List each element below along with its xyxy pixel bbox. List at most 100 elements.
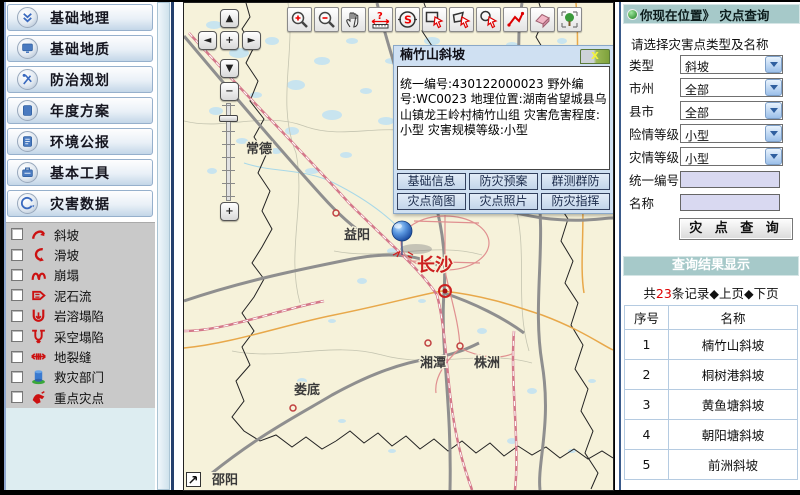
table-row: 3 黄鱼塘斜坡 <box>625 390 798 420</box>
splitter-line <box>171 2 174 490</box>
sidebar-item-prevention-planning[interactable]: 防治规划 <box>7 66 153 93</box>
sidebar-item-annual-plan[interactable]: 年度方案 <box>7 97 153 124</box>
popup-close-button[interactable]: X <box>580 49 610 64</box>
circle-select-button[interactable] <box>476 7 501 32</box>
chevron-down-icon[interactable] <box>765 79 782 96</box>
results-title: 查询结果显示 <box>623 256 799 276</box>
measure-tool-button[interactable]: ? <box>368 7 393 32</box>
pan-center-button[interactable]: + <box>220 31 239 50</box>
group-monitoring-button[interactable]: 群测群防 <box>541 173 610 190</box>
site-photo-button[interactable]: 灾点照片 <box>469 193 538 210</box>
pan-down-button[interactable]: ▼ <box>220 59 239 78</box>
risk-level-select[interactable]: 小型 <box>680 124 783 143</box>
basic-info-button[interactable]: 基础信息 <box>397 173 466 190</box>
pan-icon <box>343 9 364 30</box>
plus-icon: + <box>225 206 233 217</box>
county-select[interactable]: 全部 <box>680 101 783 120</box>
debris-flow-icon <box>30 287 47 304</box>
chevron-down-icon[interactable] <box>765 56 782 73</box>
city-select[interactable]: 全部 <box>680 78 783 97</box>
key-disaster-point-icon <box>30 389 47 406</box>
scale-circle-icon: S <box>397 9 418 30</box>
arrow-left-icon: ◄ <box>204 35 212 46</box>
scale-tool-button[interactable]: S <box>395 7 420 32</box>
prev-page-link[interactable]: ◆上页 <box>709 286 744 301</box>
sidebar-menu: 基础地理 基础地质 防治规划 年度方案 环境公报 基本工具 <box>6 2 155 222</box>
form-row-city: 市州 全部 <box>622 76 800 99</box>
slope-icon <box>30 226 47 243</box>
disaster-level-select[interactable]: 小型 <box>680 147 783 166</box>
sidebar-item-label: 防治规划 <box>50 70 110 90</box>
rescue-department-icon <box>30 368 47 385</box>
layer-row-debris-flow: 泥石流 <box>6 285 155 305</box>
layer-checkbox[interactable] <box>11 371 23 383</box>
chevron-down-icon[interactable] <box>765 102 782 119</box>
type-select[interactable]: 斜坡 <box>680 55 783 74</box>
left-sidebar: 基础地理 基础地质 防治规划 年度方案 环境公报 基本工具 <box>4 2 155 490</box>
draw-line-button[interactable] <box>503 7 528 32</box>
layer-checkbox[interactable] <box>11 330 23 342</box>
zoom-out-step-button[interactable]: − <box>220 82 239 101</box>
sidebar-item-label: 基础地质 <box>50 39 110 59</box>
unified-id-input[interactable] <box>680 171 780 188</box>
rect-select-button[interactable] <box>422 7 447 32</box>
layer-checkbox[interactable] <box>11 228 23 240</box>
sidebar-item-basic-geology[interactable]: 基础地质 <box>7 35 153 62</box>
rect-select-icon <box>424 9 445 30</box>
breadcrumb: 你现在位置》 灾点查询 <box>623 4 800 24</box>
pan-right-button[interactable]: ► <box>242 31 261 50</box>
sidebar-item-basic-tools[interactable]: 基本工具 <box>7 159 153 186</box>
map-canvas[interactable]: 常德 益阳 长沙 湘潭 株洲 娄底 邵阳 ▲ ◄ + <box>183 2 614 491</box>
result-name-link[interactable]: 楠竹山斜坡 <box>669 330 798 360</box>
next-page-link[interactable]: ◆下页 <box>744 286 779 301</box>
result-name-link[interactable]: 前洲斜坡 <box>669 450 798 480</box>
layer-checkbox[interactable] <box>11 269 23 281</box>
sidebar-item-environment-bulletin[interactable]: 环境公报 <box>7 128 153 155</box>
map-corner-button[interactable] <box>186 472 201 487</box>
landslide-icon <box>30 246 47 263</box>
search-button[interactable]: 灾 点 查 询 <box>679 218 793 240</box>
arrow-northeast-icon <box>188 474 199 485</box>
layer-checkbox[interactable] <box>11 310 23 322</box>
eraser-button[interactable] <box>530 7 555 32</box>
pan-up-button[interactable]: ▲ <box>220 9 239 28</box>
popup-body-text: 统一编号:430122000023 野外编号:WC0023 地理位置:湖南省望城… <box>397 66 610 170</box>
map-label-xiangtan: 湘潭 <box>420 355 446 371</box>
pan-left-button[interactable]: ◄ <box>198 31 217 50</box>
result-name-link[interactable]: 黄鱼塘斜坡 <box>669 390 798 420</box>
command-button[interactable]: 防灾指挥 <box>541 193 610 210</box>
map-label-shaoyang: 邵阳 <box>211 473 238 488</box>
minus-icon: − <box>225 86 233 97</box>
svg-text:S: S <box>404 14 412 27</box>
full-extent-button[interactable] <box>557 7 582 32</box>
chevron-down-icon[interactable] <box>765 125 782 142</box>
map-label-zhuzhou: 株洲 <box>474 355 500 371</box>
pagination: 共23条记录◆上页◆下页 <box>622 283 800 303</box>
zoom-in-button[interactable] <box>287 7 312 32</box>
disaster-plan-button[interactable]: 防灾预案 <box>469 173 538 190</box>
splitter-bar[interactable] <box>157 2 170 490</box>
site-sketch-button[interactable]: 灾点简图 <box>397 193 466 210</box>
pan-tool-button[interactable] <box>341 7 366 32</box>
map-label-loudi: 娄底 <box>294 382 320 398</box>
map-toolbar: ? S <box>287 7 582 32</box>
results-panel: 查询结果显示 共23条记录◆上页◆下页 序号 名称 1 楠竹山斜坡 2 桐树港斜… <box>622 256 800 490</box>
window-top-border <box>0 0 800 2</box>
sidebar-item-disaster-data[interactable]: 灾害数据 <box>7 190 153 217</box>
layer-checkbox[interactable] <box>11 351 23 363</box>
zoom-out-button[interactable] <box>314 7 339 32</box>
layer-checkbox[interactable] <box>11 289 23 301</box>
table-row: 1 楠竹山斜坡 <box>625 330 798 360</box>
name-input[interactable] <box>680 194 780 211</box>
sidebar-item-basic-geography[interactable]: 基础地理 <box>7 4 153 31</box>
chevron-down-icon[interactable] <box>765 148 782 165</box>
result-name-link[interactable]: 桐树港斜坡 <box>669 360 798 390</box>
zoom-in-step-button[interactable]: + <box>220 202 239 221</box>
zoom-slider-handle[interactable] <box>219 115 238 122</box>
result-name-link[interactable]: 朝阳塘斜坡 <box>669 420 798 450</box>
zoom-out-icon <box>316 9 337 30</box>
sidebar-item-label: 基本工具 <box>50 163 110 183</box>
layer-checkbox[interactable] <box>11 391 23 403</box>
polygon-select-button[interactable] <box>449 7 474 32</box>
layer-checkbox[interactable] <box>11 249 23 261</box>
